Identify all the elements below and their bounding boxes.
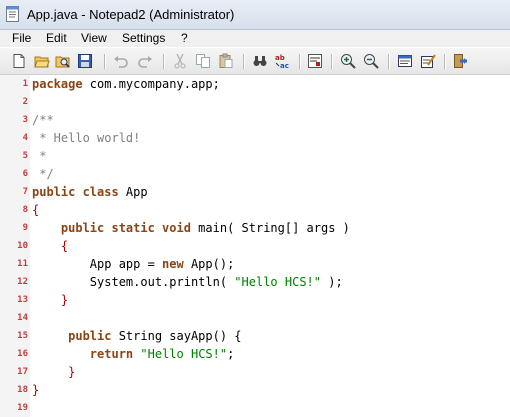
new-file-icon[interactable]: [11, 53, 27, 69]
zoom-in-icon[interactable]: [340, 53, 356, 69]
line-number: 1: [22, 79, 28, 89]
word-wrap-icon[interactable]: [307, 53, 323, 69]
paste-icon[interactable]: [218, 53, 234, 69]
line-number: 2: [22, 97, 28, 107]
line-number: 14: [17, 313, 28, 323]
code-text: App app = new App();: [32, 257, 235, 271]
code-editor[interactable]: 1 package com.mycompany.app; 2 3 /** 4 *…: [0, 75, 510, 417]
line-number: 5: [22, 151, 28, 161]
code-line: 16 return "Hello HCS!";: [0, 345, 510, 363]
toolbar-separator: [243, 54, 245, 69]
code-line: 19: [0, 399, 510, 417]
line-number: 10: [17, 241, 28, 251]
customize-scheme-icon[interactable]: [420, 53, 436, 69]
code-text: * Hello world!: [32, 131, 141, 145]
code-text: System.out.println( "Hello HCS!" );: [32, 275, 343, 289]
notepad-app-icon: [6, 6, 19, 22]
menu-bar: File Edit View Settings ?: [0, 30, 510, 47]
line-number: 7: [22, 187, 28, 197]
code-line: 10 {: [0, 237, 510, 255]
toolbar-separator: [163, 54, 165, 69]
notepad2-window: App.java - Notepad2 (Administrator) File…: [0, 0, 510, 417]
code-line: 3 /**: [0, 111, 510, 129]
line-number: 19: [17, 403, 28, 413]
toolbar-separator: [299, 54, 301, 69]
save-icon[interactable]: [77, 53, 93, 69]
toolbar-separator: [388, 54, 390, 69]
window-title: App.java - Notepad2 (Administrator): [27, 7, 235, 22]
code-text: }: [32, 293, 69, 307]
code-text: /**: [32, 113, 54, 127]
menu-edit[interactable]: Edit: [46, 31, 67, 46]
line-number: 4: [22, 133, 28, 143]
browse-icon[interactable]: [55, 53, 71, 69]
code-text: }: [32, 383, 40, 397]
code-text: */: [32, 167, 54, 181]
code-line: 11 App app = new App();: [0, 255, 510, 273]
menu-help[interactable]: ?: [181, 31, 188, 46]
toolbar-separator: [331, 54, 333, 69]
code-line: 18 }: [0, 381, 510, 399]
find-icon[interactable]: [252, 53, 268, 69]
undo-icon[interactable]: [113, 53, 129, 69]
line-number: 16: [17, 349, 28, 359]
menu-settings[interactable]: Settings: [122, 31, 165, 46]
cut-icon[interactable]: [172, 53, 188, 69]
code-text: package com.mycompany.app;: [32, 77, 220, 91]
toolbar-separator: [104, 54, 106, 69]
code-line: 14: [0, 309, 510, 327]
code-line: 5 *: [0, 147, 510, 165]
line-number: 12: [17, 277, 28, 287]
code-text: public class App: [32, 185, 148, 199]
title-bar[interactable]: App.java - Notepad2 (Administrator): [0, 0, 510, 30]
code-line: 15 public String sayApp() {: [0, 327, 510, 345]
code-text: {: [32, 203, 40, 217]
line-number: 18: [17, 385, 28, 395]
svg-text:ab: ab: [275, 54, 285, 62]
code-line: 9 public static void main( String[] args…: [0, 219, 510, 237]
redo-icon[interactable]: [137, 53, 153, 69]
toolbar: ab ac: [0, 48, 510, 75]
code-line: 6 */: [0, 165, 510, 183]
line-number: 13: [17, 295, 28, 305]
code-text: *: [32, 149, 47, 163]
line-number: 6: [22, 169, 28, 179]
menu-view[interactable]: View: [81, 31, 107, 46]
copy-icon[interactable]: [195, 53, 211, 69]
code-line: 17 }: [0, 363, 510, 381]
code-line: 1 package com.mycompany.app;: [0, 75, 510, 93]
scheme-icon[interactable]: [397, 53, 413, 69]
code-line: 4 * Hello world!: [0, 129, 510, 147]
code-text: {: [32, 239, 69, 253]
code-text: public String sayApp() {: [68, 329, 242, 343]
code-text: }: [32, 365, 76, 379]
replace-icon[interactable]: ab ac: [275, 53, 291, 69]
line-number: 15: [17, 331, 28, 341]
line-number: 11: [17, 259, 28, 269]
svg-text:ac: ac: [280, 62, 289, 69]
code-text: return "Hello HCS!";: [89, 347, 235, 361]
line-number: 3: [22, 115, 28, 125]
code-line: 13 }: [0, 291, 510, 309]
open-file-icon[interactable]: [34, 53, 50, 69]
menu-file[interactable]: File: [12, 31, 31, 46]
zoom-out-icon[interactable]: [363, 53, 379, 69]
line-number: 9: [22, 223, 28, 233]
code-line: 8 {: [0, 201, 510, 219]
code-line: 2: [0, 93, 510, 111]
code-line: 12 System.out.println( "Hello HCS!" );: [0, 273, 510, 291]
line-number: 17: [17, 367, 28, 377]
toolbar-separator: [444, 54, 446, 69]
code-text: public static void main( String[] args ): [60, 221, 350, 235]
exit-icon[interactable]: [452, 53, 468, 69]
line-number: 8: [22, 205, 28, 215]
code-line: 7 public class App: [0, 183, 510, 201]
